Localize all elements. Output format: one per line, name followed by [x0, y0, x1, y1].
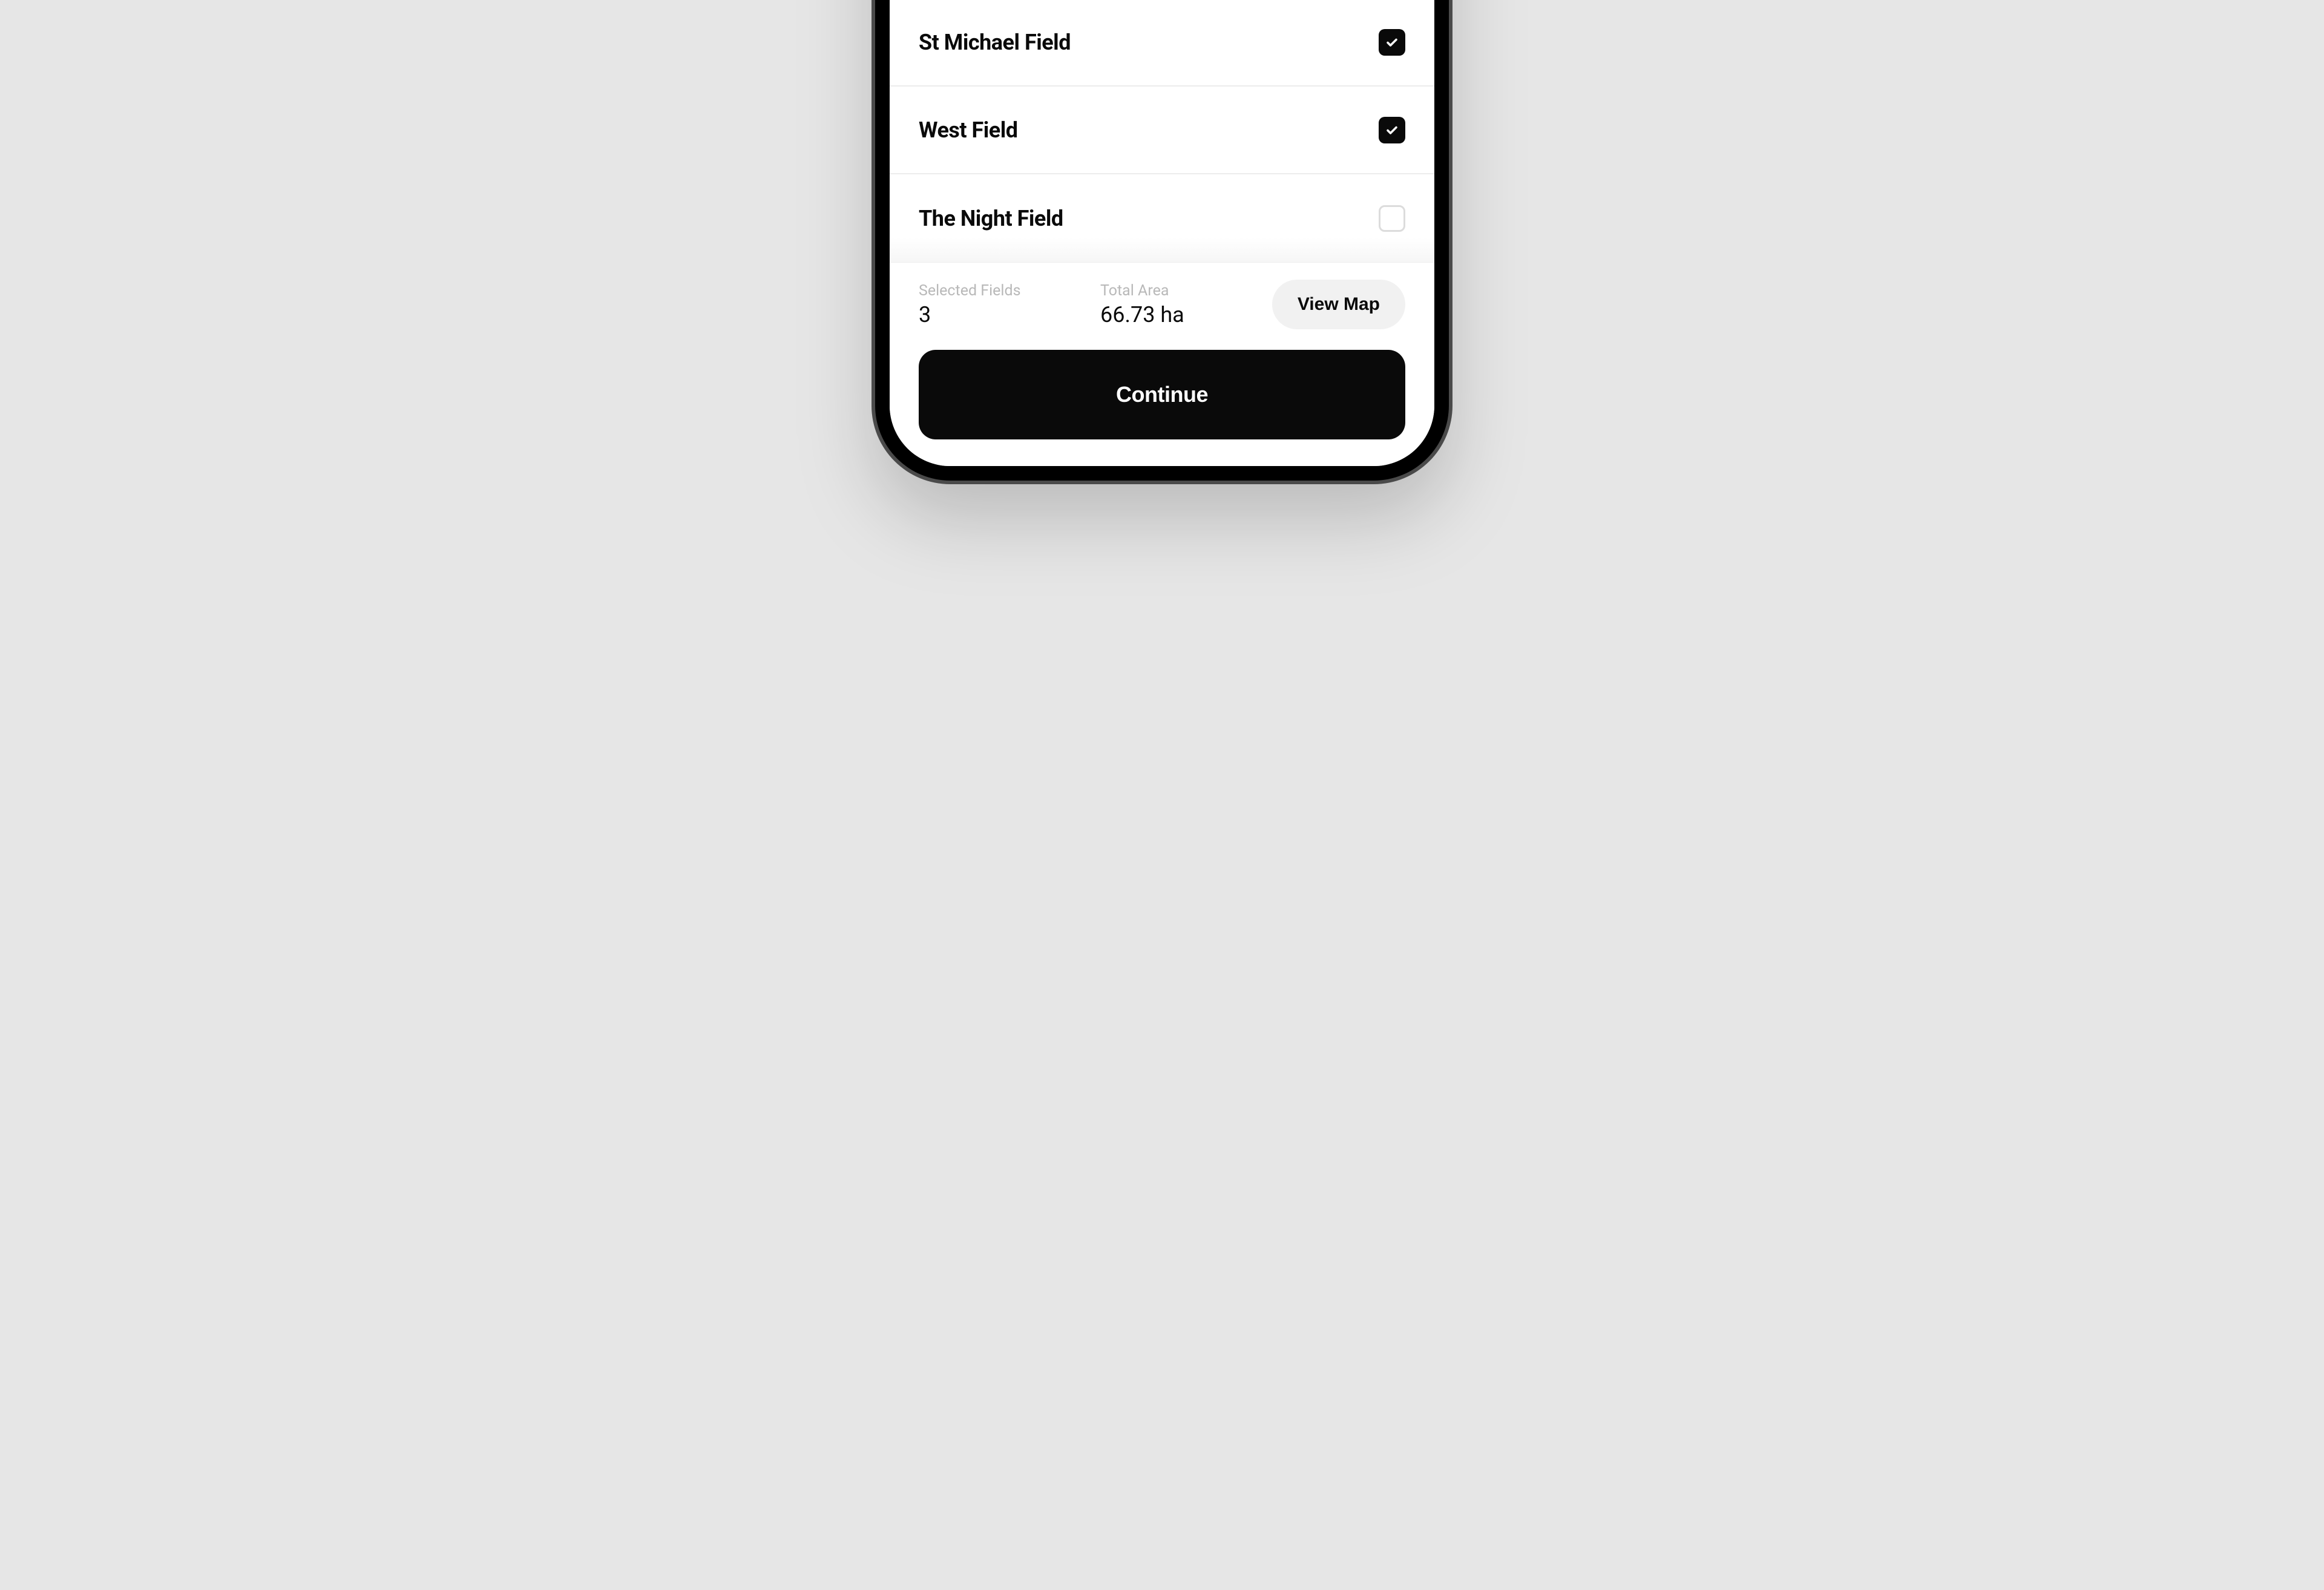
field-name: The Night Field: [919, 206, 1063, 231]
field-row[interactable]: West Field: [890, 87, 1434, 174]
total-area-label: Total Area: [1100, 282, 1272, 300]
field-checkbox[interactable]: [1379, 117, 1405, 143]
field-checkbox[interactable]: [1379, 205, 1405, 232]
phone-screen: Long Meadow North Field St Michael Field: [890, 0, 1434, 466]
field-name: West Field: [919, 117, 1018, 143]
footer: Selected Fields 3 Total Area 66.73 ha Vi…: [890, 262, 1434, 466]
field-row[interactable]: St Michael Field: [890, 0, 1434, 87]
summary-bar: Selected Fields 3 Total Area 66.73 ha Vi…: [919, 280, 1405, 329]
check-icon: [1385, 123, 1399, 137]
continue-button[interactable]: Continue: [919, 350, 1405, 439]
total-area-value: 66.73 ha: [1100, 302, 1272, 327]
field-row[interactable]: The Night Field: [890, 174, 1434, 262]
field-checkbox[interactable]: [1379, 29, 1405, 56]
check-icon: [1385, 35, 1399, 50]
total-area-block: Total Area 66.73 ha: [1100, 282, 1272, 327]
selected-fields-block: Selected Fields 3: [919, 282, 1100, 327]
selected-fields-label: Selected Fields: [919, 282, 1100, 300]
view-map-button[interactable]: View Map: [1272, 280, 1405, 329]
field-list: Long Meadow North Field St Michael Field: [890, 0, 1434, 262]
phone-frame: Long Meadow North Field St Michael Field: [872, 0, 1452, 484]
field-name: St Michael Field: [919, 30, 1071, 55]
selected-fields-value: 3: [919, 302, 1100, 327]
